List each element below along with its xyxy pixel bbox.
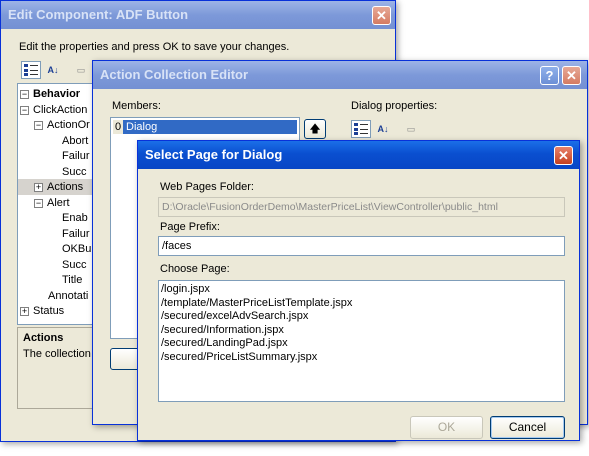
choose-page-list[interactable]: /login.jspx/template/MasterPriceListTemp… — [158, 280, 565, 402]
choose-page-label: Choose Page: — [160, 263, 230, 275]
web-pages-folder-field: D:\Oracle\FusionOrderDemo\MasterPriceLis… — [158, 197, 565, 217]
tree-row[interactable]: Succ — [18, 164, 94, 180]
tree-row-label: ActionOr — [47, 119, 90, 131]
dialog-property-pages-icon[interactable]: ▭ — [401, 120, 421, 138]
member-name: Dialog — [126, 121, 158, 133]
web-pages-folder-label: Web Pages Folder: — [160, 181, 254, 193]
page-prefix-label: Page Prefix: — [160, 221, 220, 233]
dialog-alphabetical-sort-icon[interactable]: A↓ — [373, 120, 393, 138]
member-item-dialog[interactable]: 0 Dialog — [113, 120, 297, 134]
expand-icon[interactable]: + — [20, 307, 29, 316]
collapse-icon[interactable]: − — [20, 90, 29, 99]
action-collection-close-button[interactable]: ✕ — [562, 66, 581, 85]
page-list-item[interactable]: /secured/LandingPad.jspx — [161, 337, 352, 351]
collapse-icon[interactable]: − — [20, 105, 29, 115]
tree-row-label: Enab — [62, 212, 88, 224]
description-text: The collection — [23, 348, 91, 360]
collapse-icon[interactable]: − — [34, 198, 43, 208]
tree-row-label: Succ — [62, 165, 87, 178]
tree-row-label: Status — [33, 305, 65, 317]
edit-component-instruction: Edit the properties and press OK to save… — [19, 41, 290, 53]
page-prefix-input[interactable] — [158, 236, 565, 256]
tree-row[interactable]: − Behavior — [18, 86, 94, 102]
tree-row[interactable]: − ClickAction — [18, 102, 94, 118]
page-list-item[interactable]: /secured/excelAdvSearch.jspx — [161, 310, 352, 324]
select-page-titlebar[interactable]: Select Page for Dialog ✕ — [138, 141, 579, 169]
alphabetical-sort-icon[interactable]: A↓ — [43, 61, 63, 79]
tree-row[interactable]: + Status — [18, 303, 94, 319]
tree-row[interactable]: Succ — [18, 257, 94, 273]
select-page-window: Select Page for Dialog ✕ Web Pages Folde… — [137, 140, 580, 441]
page-list-item[interactable]: /secured/Information.jspx — [161, 324, 352, 338]
edit-component-title: Edit Component: ADF Button — [8, 7, 189, 22]
tree-row[interactable]: Enab — [18, 210, 94, 226]
tree-row-label: Abort — [62, 134, 89, 147]
tree-row[interactable]: Failur — [18, 226, 94, 242]
property-pages-icon[interactable]: ▭ — [71, 61, 91, 79]
action-collection-title: Action Collection Editor — [100, 67, 249, 82]
tree-row-label: Annotati — [48, 289, 89, 302]
dialog-properties-label: Dialog properties: — [351, 100, 438, 112]
tree-row[interactable]: − Alert — [18, 195, 94, 211]
edit-component-close-button[interactable]: ✕ — [372, 6, 391, 25]
tree-row[interactable]: − ActionOr — [18, 117, 94, 133]
tree-row-label: Alert — [47, 196, 70, 209]
page-list-item[interactable]: /secured/PriceListSummary.jspx — [161, 351, 352, 365]
tree-row[interactable]: Failur — [18, 148, 94, 164]
property-tree[interactable]: − Behavior − ClickAction − ActionOr Abort Failu… — [17, 83, 95, 325]
tree-row-label: Succ — [62, 258, 87, 271]
tree-row-label: ClickAction — [33, 103, 88, 116]
web-pages-folder-value: D:\Oracle\FusionOrderDemo\MasterPriceLis… — [162, 201, 498, 213]
tree-row-label: Title — [62, 274, 83, 286]
members-label: Members: — [112, 100, 161, 112]
page-list-item[interactable]: /login.jspx — [161, 283, 352, 297]
tree-row[interactable]: Title — [18, 272, 94, 288]
tree-row[interactable]: Annotati — [18, 288, 94, 304]
action-collection-titlebar[interactable]: Action Collection Editor ? ✕ — [93, 61, 587, 89]
select-page-close-button[interactable]: ✕ — [554, 146, 573, 165]
categorized-view-icon[interactable] — [21, 61, 41, 79]
tree-row[interactable]: + Actions — [18, 179, 94, 195]
cancel-button[interactable]: Cancel — [490, 416, 565, 439]
tree-row[interactable]: OKBu — [18, 241, 94, 257]
ok-button[interactable]: OK — [410, 416, 483, 439]
tree-row-label: Actions — [47, 181, 84, 193]
dialog-categorized-view-icon[interactable] — [351, 120, 371, 138]
help-button[interactable]: ? — [540, 66, 559, 85]
edit-component-titlebar[interactable]: Edit Component: ADF Button ✕ — [1, 1, 395, 29]
page-list-item[interactable]: /template/MasterPriceListTemplate.jspx — [161, 297, 352, 311]
expand-icon[interactable]: + — [34, 183, 43, 192]
tree-row-label: OKBu — [62, 243, 92, 255]
member-index: 0 — [113, 120, 123, 134]
collapse-icon[interactable]: − — [34, 121, 43, 130]
select-page-title: Select Page for Dialog — [145, 147, 283, 162]
description-pane: Actions The collection — [17, 327, 95, 409]
tree-row-label: Behavior — [33, 88, 81, 100]
tree-row-label: Failur — [62, 227, 90, 240]
tree-row-label: Failur — [62, 150, 90, 162]
description-title: Actions — [23, 332, 64, 344]
tree-row[interactable]: Abort — [18, 133, 94, 149]
move-up-button[interactable]: 🡅 — [304, 119, 326, 139]
